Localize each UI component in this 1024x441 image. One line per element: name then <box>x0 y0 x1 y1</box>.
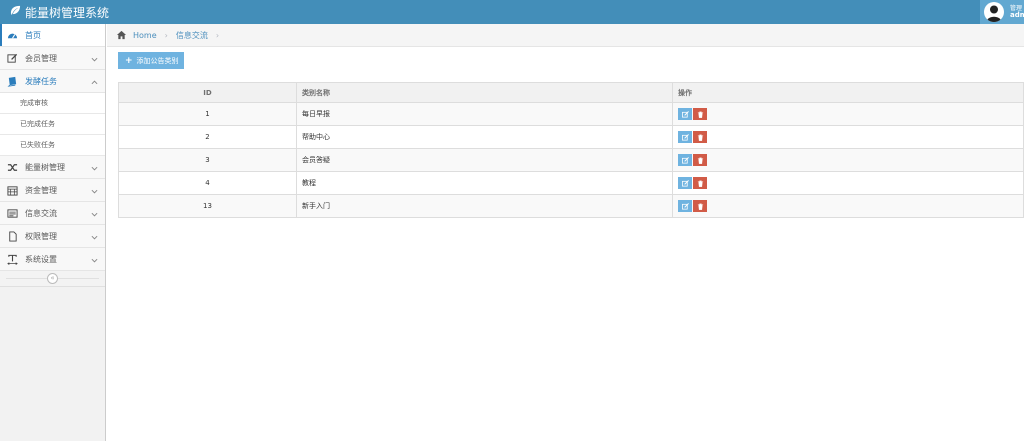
edit-button[interactable] <box>678 200 692 212</box>
trash-icon <box>697 180 703 187</box>
cell-id: 13 <box>118 194 297 218</box>
sidebar-item-label: 首页 <box>25 30 41 40</box>
sidebar-item-permissions[interactable]: 权限管理 <box>0 225 105 248</box>
column-header-id: ID <box>118 82 297 103</box>
submenu-item-completed[interactable]: 已完成任务 <box>0 114 105 135</box>
delete-button[interactable] <box>693 200 707 212</box>
edit-button[interactable] <box>678 131 692 143</box>
cell-actions <box>672 194 1024 218</box>
table-header-row: ID 类别名称 操作 <box>118 82 1024 103</box>
sidebar: 首页 会员管理 发酵任务 完成审核 已完成任务 已失败任务 能量树管理 资金管理 <box>0 24 106 441</box>
sidebar-item-label: 资金管理 <box>25 185 57 195</box>
trash-icon <box>697 203 703 210</box>
table-row: 1 每日早报 <box>118 102 1024 126</box>
add-category-button[interactable]: + 添加公告类别 <box>118 52 184 69</box>
edit-button[interactable] <box>678 108 692 120</box>
cell-id: 4 <box>118 171 297 195</box>
book-icon <box>6 75 18 87</box>
plus-icon: + <box>125 55 133 66</box>
add-category-label: 添加公告类别 <box>136 56 179 65</box>
chevron-down-icon <box>91 164 98 173</box>
cell-actions <box>672 148 1024 172</box>
sidebar-item-home[interactable]: 首页 <box>0 24 105 47</box>
cell-id: 1 <box>118 102 297 126</box>
table-row: 3 会员答疑 <box>118 148 1024 172</box>
chevron-down-icon <box>91 55 98 64</box>
column-header-actions: 操作 <box>672 82 1024 103</box>
table-row: 4 教程 <box>118 171 1024 195</box>
text-width-icon <box>6 253 18 265</box>
cell-name: 每日早报 <box>296 102 673 126</box>
breadcrumb-separator: › <box>215 30 220 40</box>
sidebar-item-members[interactable]: 会员管理 <box>0 47 105 70</box>
avatar <box>984 2 1004 22</box>
leaf-icon <box>10 5 21 19</box>
cell-name: 教程 <box>296 171 673 195</box>
sidebar-item-tasks[interactable]: 发酵任务 <box>0 70 105 93</box>
sidebar-item-label: 系统设置 <box>25 254 57 264</box>
trash-icon <box>697 111 703 118</box>
submenu-item-review[interactable]: 完成审核 <box>0 93 105 114</box>
delete-button[interactable] <box>693 177 707 189</box>
cell-actions <box>672 102 1024 126</box>
chevron-down-icon <box>91 233 98 242</box>
sidebar-collapse-button[interactable]: « <box>47 273 58 284</box>
list-alt-icon <box>6 207 18 219</box>
random-icon <box>6 161 18 173</box>
sidebar-item-label: 权限管理 <box>25 231 57 241</box>
edit-icon <box>681 202 689 210</box>
sidebar-item-label: 信息交流 <box>25 208 57 218</box>
column-header-name: 类别名称 <box>296 82 673 103</box>
sidebar-item-label: 会员管理 <box>25 53 57 63</box>
sidebar-item-label: 能量树管理 <box>25 162 65 172</box>
dashboard-icon <box>6 29 18 41</box>
cell-actions <box>672 125 1024 149</box>
calendar-icon <box>6 184 18 196</box>
sidebar-item-energy-tree[interactable]: 能量树管理 <box>0 156 105 179</box>
cell-id: 3 <box>118 148 297 172</box>
submenu-item-failed[interactable]: 已失败任务 <box>0 135 105 156</box>
brand[interactable]: 能量树管理系统 <box>10 3 109 21</box>
breadcrumb-current[interactable]: 信息交流 <box>176 30 208 41</box>
sidebar-item-settings[interactable]: 系统设置 <box>0 248 105 271</box>
cell-id: 2 <box>118 125 297 149</box>
chevron-up-icon <box>91 78 98 87</box>
user-name: admin <box>1010 11 1024 19</box>
sidebar-collapse-bar: « <box>0 271 105 287</box>
chevron-down-icon <box>91 256 98 265</box>
edit-icon <box>681 110 689 118</box>
delete-button[interactable] <box>693 131 707 143</box>
sidebar-item-messages[interactable]: 信息交流 <box>0 202 105 225</box>
edit-icon <box>681 179 689 187</box>
top-navbar: 能量树管理系统 管理 admin <box>0 0 1024 24</box>
table-row: 13 新手入门 <box>118 194 1024 218</box>
delete-button[interactable] <box>693 108 707 120</box>
breadcrumb-separator: › <box>164 30 168 40</box>
cell-name: 帮助中心 <box>296 125 673 149</box>
sidebar-item-label: 发酵任务 <box>25 76 57 86</box>
delete-button[interactable] <box>693 154 707 166</box>
edit-icon <box>681 156 689 164</box>
table-row: 2 帮助中心 <box>118 125 1024 149</box>
edit-icon <box>681 133 689 141</box>
breadcrumb: Home › 信息交流 › <box>107 24 1024 47</box>
trash-icon <box>697 134 703 141</box>
chevron-down-icon <box>91 187 98 196</box>
chevron-down-icon <box>91 210 98 219</box>
edit-button[interactable] <box>678 154 692 166</box>
category-table: ID 类别名称 操作 1 每日早报 2 帮助中心 3 会员答疑 4 教程 13 … <box>118 82 1024 218</box>
cell-actions <box>672 171 1024 195</box>
user-menu[interactable]: 管理 admin <box>980 0 1024 24</box>
app-title: 能量树管理系统 <box>25 5 110 20</box>
breadcrumb-home[interactable]: Home <box>133 31 157 40</box>
home-icon <box>116 30 127 40</box>
edit-button[interactable] <box>678 177 692 189</box>
file-icon <box>6 230 18 242</box>
edit-icon <box>6 52 18 64</box>
trash-icon <box>697 157 703 164</box>
cell-name: 新手入门 <box>296 194 673 218</box>
cell-name: 会员答疑 <box>296 148 673 172</box>
sidebar-item-funds[interactable]: 资金管理 <box>0 179 105 202</box>
